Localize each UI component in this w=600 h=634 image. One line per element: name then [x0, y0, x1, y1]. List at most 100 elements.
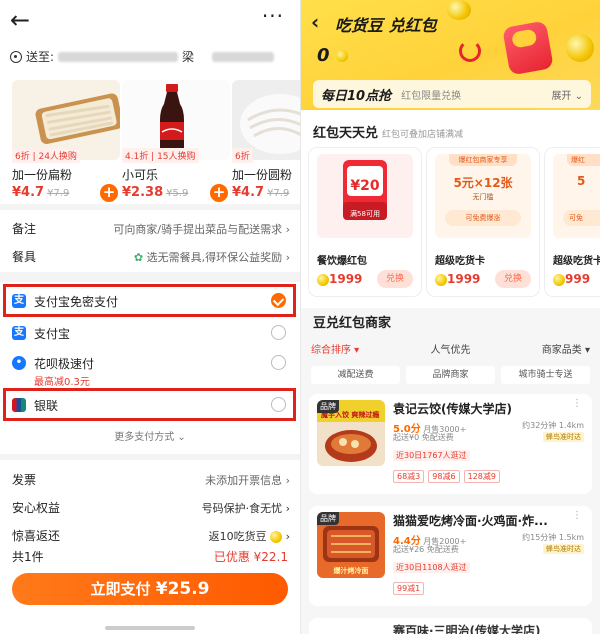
- sort-comprehensive[interactable]: 综合排序 ▾: [311, 341, 359, 357]
- card-amount: 5元×12张: [453, 176, 513, 190]
- assurance-label: 安心权益: [12, 501, 61, 515]
- cutlery-value: ✿ 选无需餐具,得环保公益奖励 ›: [133, 250, 290, 264]
- daily-subtitle: 红包限量兑换: [401, 90, 462, 102]
- highlight-box: [3, 388, 296, 421]
- remark-value: 可向商家/骑手提出菜品与配送需求 ›: [113, 222, 290, 236]
- ring-decoration: [459, 40, 481, 62]
- cutlery-row[interactable]: 餐具 ✿ 选无需餐具,得环保公益奖励 ›: [12, 248, 290, 265]
- phone-redacted: [212, 51, 275, 62]
- invoice-row[interactable]: 发票 未添加开票信息 ›: [12, 471, 290, 488]
- delivery-address[interactable]: 送至: 梁: [10, 48, 275, 65]
- product-name: 小可乐: [122, 168, 159, 182]
- card-name: 餐饮爆红包: [317, 256, 367, 267]
- highlight-box: [3, 284, 296, 317]
- home-indicator: [105, 626, 195, 630]
- product-card[interactable]: 4.1折 | 15人换购 小可乐 ¥2.38 ¥5.9 +: [122, 80, 230, 202]
- shop-name: 猫猫爱吃烤冷面·火鸡面·炸...: [393, 514, 548, 528]
- addon-products: 6折 | 24人换购 加一份扁粉 ¥4.7 ¥7.9 + 4.1折 | 15人换购…: [0, 76, 300, 204]
- bean-balance: 0: [317, 45, 348, 66]
- product-card[interactable]: 6折 加一份圆粉 ¥4.7 ¥7.9: [232, 80, 300, 200]
- product-price: ¥4.7 ¥7.9: [12, 185, 70, 200]
- gold-coin-decoration: [447, 0, 471, 20]
- product-tag: 6折: [232, 148, 253, 163]
- shop-image: 魔芋入饺 爽辣过瘾 品牌: [317, 400, 385, 466]
- shop-min-order: 起送¥26 免配送费: [393, 545, 459, 554]
- exchange-button[interactable]: 兑换: [495, 270, 531, 288]
- card-top-label: 爆红: [567, 154, 600, 166]
- pay-now-button[interactable]: 立即支付 ¥25.9: [12, 573, 288, 605]
- product-name: 加一份扁粉: [12, 168, 73, 182]
- cashback-value: 返10吃货豆 ›: [208, 529, 290, 543]
- alipay-icon: 支: [12, 326, 26, 340]
- invoice-label: 发票: [12, 473, 37, 487]
- shop-card[interactable]: 赛百味·三明治(传媒大学店): [309, 618, 592, 634]
- redpacket-card[interactable]: ¥20 满58可用 餐饮爆红包 1999 兑换: [309, 148, 421, 296]
- shop-card[interactable]: 爆汁烤冷面 品牌 猫猫爱吃烤冷面·火鸡面·炸... ⋮ 4.4分 月售2000+…: [309, 506, 592, 606]
- payment-option-huabei[interactable]: • 花呗极速付: [12, 354, 286, 372]
- bean-icon: [553, 273, 565, 286]
- order-options: 备注 可向商家/骑手提出菜品与配送需求 › 餐具 ✿ 选无需餐具,得环保公益奖励…: [0, 210, 300, 272]
- shop-card[interactable]: 魔芋入饺 爽辣过瘾 品牌 袁记云饺(传媒大学店) ⋮ 5.0分 月售3000+ …: [309, 394, 592, 494]
- product-price: ¥2.38 ¥5.9: [122, 185, 189, 200]
- back-arrow-icon[interactable]: ←: [10, 6, 30, 34]
- chip-city-rider[interactable]: 城市骑士专送: [501, 366, 590, 384]
- bean-icon: [270, 530, 283, 543]
- shop-visits: 近30日1767人逛过: [393, 450, 470, 461]
- radio-unselected[interactable]: [271, 325, 286, 340]
- add-button[interactable]: +: [210, 184, 228, 202]
- more-icon[interactable]: ⋮: [572, 398, 582, 409]
- brand-badge: 品牌: [317, 512, 339, 525]
- shop-name: 赛百味·三明治(传媒大学店): [393, 624, 541, 634]
- shop-distance: 约32分钟 1.4km: [522, 421, 584, 430]
- payment-option-alipay[interactable]: 支 支付宝: [12, 324, 286, 342]
- radio-unselected[interactable]: [271, 355, 286, 370]
- exchange-button[interactable]: 兑换: [377, 270, 413, 288]
- super-card[interactable]: 爆红 5 可免 超级吃货卡 999: [545, 148, 600, 296]
- card-bottom-label: 可免: [563, 210, 600, 226]
- redpacket-image: ¥20 满58可用: [317, 154, 413, 238]
- address-label: 送至:: [26, 50, 55, 64]
- card-condition: 无门槛: [472, 193, 494, 201]
- card-top-label: 爆红包商家专享: [449, 154, 517, 166]
- more-payment-methods[interactable]: 更多支付方式 ⌄: [0, 428, 300, 443]
- expand-toggle[interactable]: 展开 ⌄: [551, 87, 583, 102]
- daily-title: 每日10点抢: [321, 88, 392, 104]
- gold-coin-decoration: [566, 34, 594, 62]
- discount-tag: 99减1: [393, 582, 425, 595]
- card-bottom-label: 可免费爆涨: [445, 210, 521, 226]
- filter-category[interactable]: 商家品类 ▾: [542, 341, 590, 357]
- daily-flash-banner[interactable]: 每日10点抢 红包限量兑换 展开 ⌄: [313, 80, 591, 108]
- product-tag: 4.1折 | 15人换购: [122, 148, 199, 163]
- shop-image-text: 爆汁烤冷面: [333, 567, 369, 575]
- more-icon[interactable]: ⋮: [572, 510, 582, 521]
- card-name: 超级吃货卡: [435, 256, 485, 267]
- cashback-row[interactable]: 惊喜返还 返10吃货豆 ›: [12, 527, 290, 544]
- super-card-image: 爆红 5 可免: [553, 154, 600, 238]
- chip-brand[interactable]: 品牌商家: [406, 366, 495, 384]
- super-card[interactable]: 爆红包商家专享 5元×12张 无门槛 可免费爆涨 超级吃货卡 1999 兑换: [427, 148, 539, 296]
- bean-exchange-panel: ‹ 吃货豆 兑红包 0 每日10点抢 红包限量兑换 展开 ⌄ 红包天天兑 红包可叠…: [301, 0, 600, 634]
- coupon-amount: ¥20: [350, 178, 380, 194]
- red-packet-decoration: [502, 20, 554, 76]
- card-price: 1999: [435, 272, 480, 286]
- back-chevron-icon[interactable]: ‹: [311, 10, 319, 34]
- remark-row[interactable]: 备注 可向商家/骑手提出菜品与配送需求 ›: [12, 220, 290, 237]
- add-button[interactable]: +: [100, 184, 118, 202]
- card-amount: 5: [577, 174, 586, 188]
- bee-delivery-badge: 蜂鸟准时达: [543, 432, 584, 442]
- huabei-discount: 最高减0.3元: [34, 377, 90, 388]
- address-redacted: [58, 51, 179, 62]
- filter-bar: 综合排序 ▾ 人气优先 商家品类 ▾: [311, 341, 590, 357]
- chip-reduce-delivery[interactable]: 减配送费: [311, 366, 400, 384]
- sort-popularity[interactable]: 人气优先: [431, 341, 471, 357]
- product-card[interactable]: 6折 | 24人换购 加一份扁粉 ¥4.7 ¥7.9 +: [12, 80, 120, 202]
- leaf-icon: ✿: [133, 250, 144, 264]
- shop-discounts: 68减3 98减6 128减9: [393, 470, 500, 483]
- huabei-icon: •: [12, 356, 26, 370]
- checkout-header: ← ··· 送至: 梁: [0, 0, 300, 76]
- product-price: ¥4.7 ¥7.9: [232, 185, 290, 200]
- card-name: 超级吃货卡: [553, 256, 600, 267]
- more-options-icon[interactable]: ···: [262, 4, 284, 28]
- assurance-row[interactable]: 安心权益 号码保护·食无忧 ›: [12, 499, 290, 516]
- shops-title: 豆兑红包商家: [313, 316, 392, 331]
